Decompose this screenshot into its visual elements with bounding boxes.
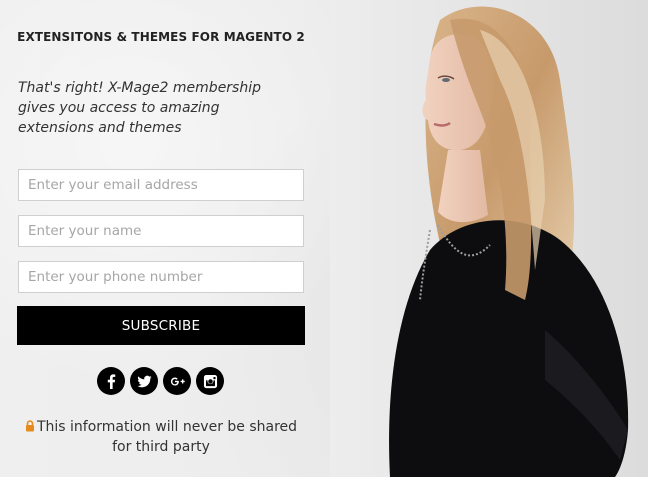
privacy-note: This information will never be shared fo… bbox=[18, 417, 304, 457]
popup-intro-text: That's right! X-Mage2 membership gives y… bbox=[18, 80, 262, 136]
subscribe-button[interactable]: SUBSCRIBE bbox=[17, 306, 305, 345]
facebook-link[interactable] bbox=[97, 367, 125, 395]
subscribe-popup: EXTENSITONS & THEMES FOR MAGENTO 2 That'… bbox=[0, 0, 648, 477]
privacy-text: This information will never be shared fo… bbox=[36, 419, 298, 455]
twitter-icon bbox=[136, 375, 152, 387]
hero-image bbox=[330, 0, 648, 477]
google-plus-link[interactable] bbox=[163, 367, 191, 395]
popup-left-panel: EXTENSITONS & THEMES FOR MAGENTO 2 That'… bbox=[0, 0, 322, 477]
email-input[interactable] bbox=[18, 169, 304, 201]
instagram-link[interactable] bbox=[196, 367, 224, 395]
name-input[interactable] bbox=[18, 215, 304, 247]
facebook-icon bbox=[107, 373, 115, 389]
instagram-icon bbox=[203, 374, 217, 388]
hero-woman-illustration bbox=[330, 0, 648, 477]
lock-icon bbox=[25, 420, 34, 432]
social-links bbox=[97, 367, 224, 395]
phone-input[interactable] bbox=[18, 261, 304, 293]
google-plus-icon bbox=[170, 376, 185, 386]
twitter-link[interactable] bbox=[130, 367, 158, 395]
popup-heading: EXTENSITONS & THEMES FOR MAGENTO 2 bbox=[17, 30, 305, 44]
